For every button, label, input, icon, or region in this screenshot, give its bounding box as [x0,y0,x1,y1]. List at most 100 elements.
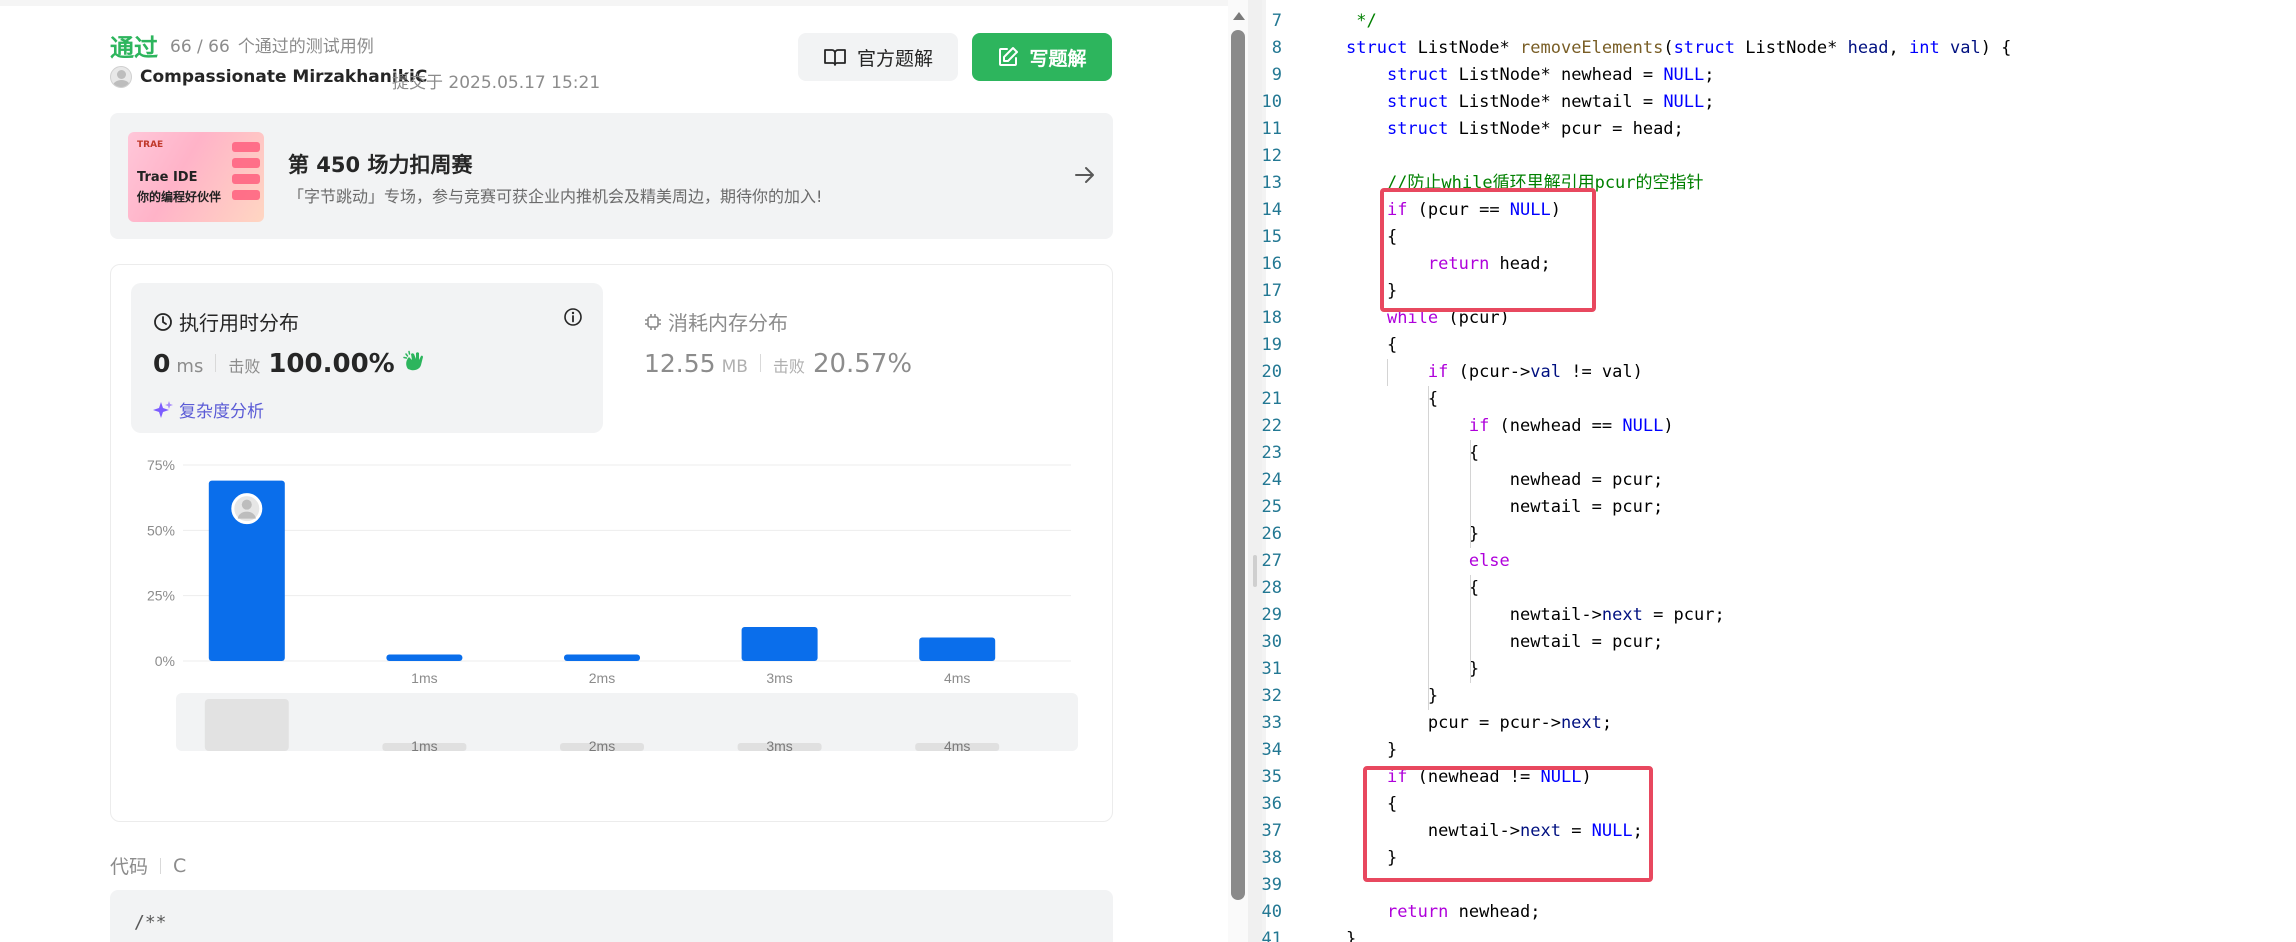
code-line[interactable]: 32 } [1262,683,2296,710]
navigator-tick-label: 3ms [766,738,792,754]
edit-icon [999,47,1019,66]
code-line[interactable]: 40 return newhead; [1262,899,2296,926]
y-tick-label: 75% [147,457,175,473]
code-line[interactable]: 11 struct ListNode* pcur = head; [1262,116,2296,143]
sparkle-icon [153,400,173,418]
memory-value: 12.55 [644,349,716,378]
line-number: 25 [1262,497,1282,517]
code-token: ) [1663,416,1674,436]
left-scrollbar[interactable] [1228,0,1248,942]
panel-resize-handle[interactable] [1248,0,1262,942]
code-token: val [1949,38,1981,58]
code-token: newtail = pcur; [1346,632,1664,652]
line-number: 14 [1262,200,1282,220]
line-number: 38 [1262,848,1282,868]
complexity-analysis-link[interactable]: 复杂度分析 [153,397,264,422]
code-token: next [1560,713,1602,733]
navigator-tick-label: 2ms [589,738,615,754]
line-number: 12 [1262,146,1282,166]
code-token: ListNode* [1407,38,1521,58]
code-line[interactable]: 41} [1262,926,2296,942]
code-preview[interactable]: /** [110,890,1113,942]
code-line[interactable]: 8 struct ListNode* removeElements(struct … [1262,35,2296,62]
code-line[interactable]: 19 { [1262,332,2296,359]
code-token: struct [1386,92,1449,112]
y-tick-label: 50% [147,522,175,538]
code-line[interactable]: 10 struct ListNode* newtail = NULL; [1262,89,2296,116]
complexity-analysis-label: 复杂度分析 [179,402,264,422]
memory-unit: MB [721,357,748,377]
arrow-right-icon[interactable] [1073,163,1097,191]
navigator-window [204,699,289,751]
line-number: 30 [1262,632,1282,652]
code-text: { [1346,440,1479,467]
banner-brand: TRAE [137,140,164,150]
code-line[interactable]: 34 } [1262,737,2296,764]
code-line[interactable]: 20 if (pcur->val != val) [1262,359,2296,386]
chart-bar [919,637,996,661]
code-token: { [1346,443,1480,463]
code-token: ListNode* newtail = [1448,92,1664,112]
indent-guide [1428,386,1430,710]
user-avatar[interactable] [110,66,132,88]
runtime-beat-label: 击败 [228,357,261,376]
code-token: NULL [1622,416,1664,436]
code-line[interactable]: 33 pcur = pcur->next; [1262,710,2296,737]
code-line[interactable]: 24 newhead = pcur; [1262,467,2296,494]
book-icon [824,49,846,66]
contest-banner[interactable]: TRAE Trae IDE 你的编程好伙伴 第 450 场力扣周赛 「字节跳动」… [110,113,1113,239]
author-name[interactable]: Compassionate MirzakhanikiC [140,67,427,87]
runtime-metric[interactable]: 执行用时分布 0 ms 击败 100.00% 复杂度分析 [131,283,603,433]
code-line[interactable]: 31 } [1262,656,2296,683]
code-line[interactable]: 28 { [1262,575,2296,602]
code-line[interactable]: 26 } [1262,521,2296,548]
submission-detail-panel: 通过 66 / 66 个通过的测试用例 Compassionate Mirzakh… [0,0,1228,942]
code-line[interactable]: 22 if (newhead == NULL) [1262,413,2296,440]
runtime-beat-percent: 100.00% [268,349,395,379]
code-line[interactable]: 7 */ [1262,8,2296,35]
code-text: newtail = pcur; [1346,629,1664,656]
indent-guide [1469,440,1471,548]
code-text: } [1346,656,1479,683]
banner-title: 第 450 场力扣周赛 [288,153,473,177]
line-number: 24 [1262,470,1282,490]
navigator-tick-label: 4ms [944,738,970,754]
line-number: 19 [1262,335,1282,355]
code-token: } [1346,686,1439,706]
code-token: struct [1386,65,1449,85]
line-number: 8 [1271,38,1282,58]
code-token: */ [1346,11,1377,31]
code-text: } [1346,521,1479,548]
write-solution-button[interactable]: 写题解 [972,33,1112,81]
scrollbar-thumb[interactable] [1231,30,1245,900]
code-token: ListNode* pcur = head; [1448,119,1684,139]
code-line[interactable]: 9 struct ListNode* newhead = NULL; [1262,62,2296,89]
code-line[interactable]: 29 newtail->next = pcur; [1262,602,2296,629]
code-text: newhead = pcur; [1346,467,1664,494]
code-text: if (pcur->val != val) [1346,359,1643,386]
code-line[interactable]: 27 else [1262,548,2296,575]
code-line[interactable]: 21 { [1262,386,2296,413]
official-solution-button[interactable]: 官方题解 [798,33,958,81]
code-line[interactable]: 25 newtail = pcur; [1262,494,2296,521]
line-number: 36 [1262,794,1282,814]
code-editor[interactable]: 7 */8 struct ListNode* removeElements(str… [1262,0,2296,942]
code-line[interactable]: 30 newtail = pcur; [1262,629,2296,656]
code-token: return [1386,902,1449,922]
line-number: 33 [1262,713,1282,733]
code-line[interactable]: 23 { [1262,440,2296,467]
line-number: 31 [1262,659,1282,679]
scroll-up-icon[interactable] [1233,12,1245,20]
code-line[interactable]: 12 [1262,143,2296,170]
memory-metric-title[interactable]: 消耗内存分布 [644,307,788,336]
line-number: 37 [1262,821,1282,841]
line-number: 17 [1262,281,1282,301]
code-token: val [1530,362,1561,382]
info-icon[interactable] [563,307,583,331]
line-number: 11 [1262,119,1282,139]
code-text: struct ListNode* newhead = NULL; [1346,62,1715,89]
runtime-unit: ms [176,356,204,377]
line-number: 16 [1262,254,1282,274]
